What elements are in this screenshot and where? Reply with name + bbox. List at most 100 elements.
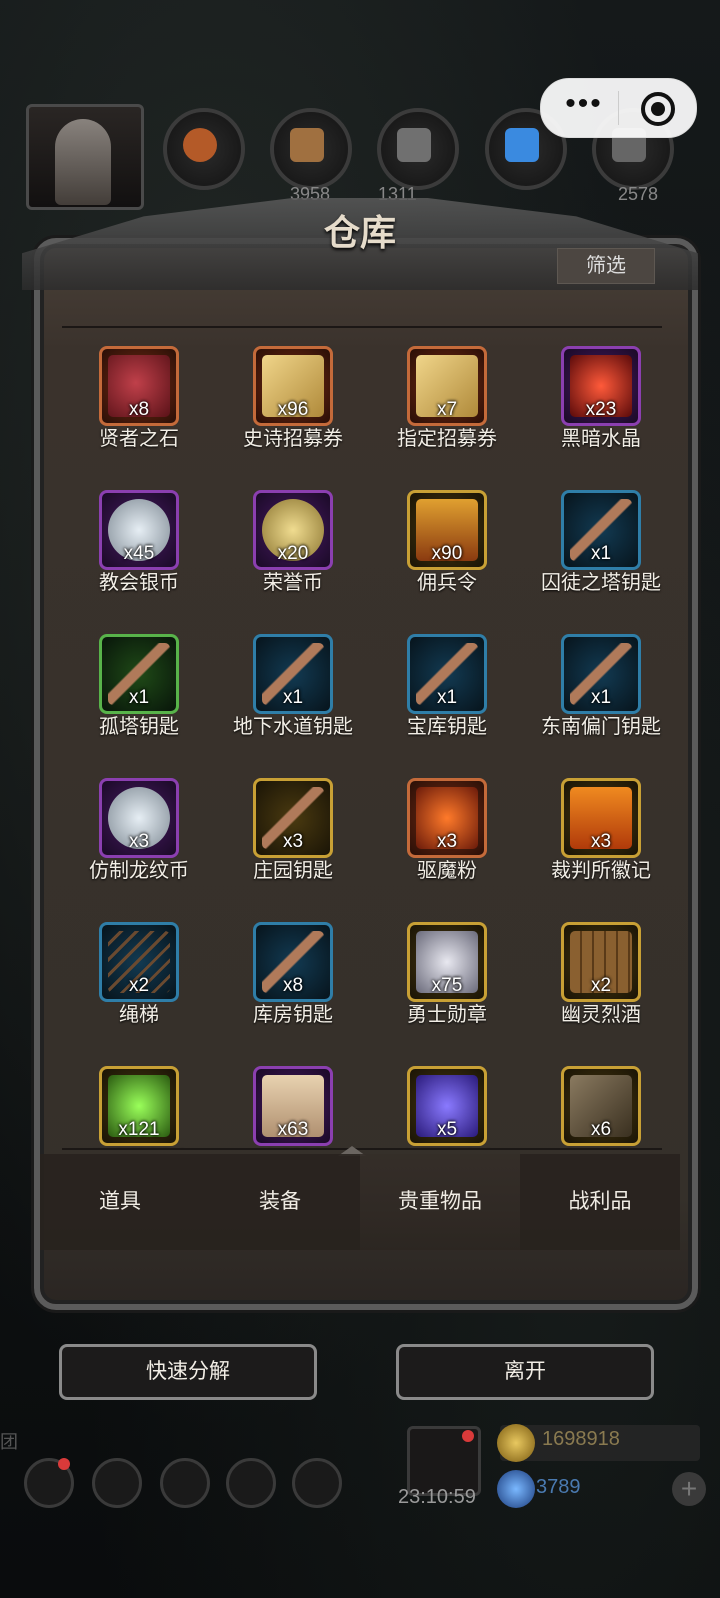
tab-equipment[interactable]: 装备 [200,1154,360,1250]
item-slot[interactable]: x90 [407,490,487,570]
item-slot[interactable]: x3 [561,778,641,858]
item-count: x3 [128,831,150,852]
gem-icon [497,1470,535,1508]
item-slot[interactable]: x2 [561,922,641,1002]
item-name: 囚徒之塔钥匙 [541,572,661,594]
item-name: 庄园钥匙 [253,860,333,882]
wood-resource-icon[interactable] [270,108,352,190]
miniprogram-capsule: ••• [540,78,697,138]
item-count: x2 [590,975,612,996]
inventory-item[interactable]: x96 史诗招募券 [216,338,370,478]
inventory-item[interactable]: x3 驱魔粉 [370,770,524,910]
helmet-icon[interactable] [292,1458,342,1508]
inventory-item[interactable]: x23 黑暗水晶 [524,338,678,478]
mail-icon[interactable] [226,1458,276,1508]
inventory-item[interactable]: x63裂隙情报 [216,1058,370,1148]
inventory-item[interactable]: x1 囚徒之塔钥匙 [524,482,678,622]
inventory-item[interactable]: x1 孤塔钥匙 [62,626,216,766]
castle-icon[interactable] [160,1458,210,1508]
tab-valuables[interactable]: 贵重物品 [360,1154,520,1250]
inventory-item[interactable]: x8 贤者之石 [62,338,216,478]
inventory-item[interactable]: x3 仿制龙纹币 [62,770,216,910]
inventory-item[interactable]: x2 幽灵烈酒 [524,914,678,1054]
item-slot[interactable]: x8 [253,922,333,1002]
item-name: 勇士勋章 [407,1004,487,1026]
item-count: x8 [282,975,304,996]
item-count: x5 [436,1119,458,1140]
item-slot[interactable]: x3 [99,778,179,858]
inventory-item[interactable]: x45 教会银币 [62,482,216,622]
item-slot[interactable]: x1 [561,634,641,714]
item-slot[interactable]: x96 [253,346,333,426]
player-portrait[interactable] [26,104,144,210]
category-tabs: 道具 装备 贵重物品 战利品 [40,1154,680,1250]
notification-dot [58,1458,70,1470]
item-slot[interactable]: x2 [99,922,179,1002]
item-slot[interactable]: x6 [561,1066,641,1146]
item-slot[interactable]: x121 [99,1066,179,1146]
item-slot[interactable]: x75 [407,922,487,1002]
item-name: 驱魔粉 [417,860,477,882]
inventory-item[interactable]: x3 庄园钥匙 [216,770,370,910]
item-count: x75 [431,975,463,996]
inventory-item[interactable]: x5水晶球碎片 [370,1058,524,1148]
notification-dot [462,1430,474,1442]
inventory-item[interactable]: x3 裁判所徽记 [524,770,678,910]
item-name: 教会银币 [99,572,179,594]
item-count: x96 [277,399,309,420]
more-icon[interactable]: ••• [559,89,609,123]
item-slot[interactable]: x20 [253,490,333,570]
item-name: 裁判所徽记 [551,860,651,882]
gold-amount: 1698918 [542,1428,620,1450]
item-name: 东南偏门钥匙 [541,716,661,738]
item-count: x7 [436,399,458,420]
item-name: 绳梯 [119,1004,159,1026]
iron-resource-icon[interactable] [377,108,459,190]
item-name: 史诗招募券 [243,428,343,450]
item-count: x63 [277,1119,309,1140]
close-target-icon[interactable] [641,92,675,126]
item-slot[interactable]: x1 [253,634,333,714]
item-name: 指定招募券 [397,428,497,450]
item-slot[interactable]: x1 [561,490,641,570]
inventory-item[interactable]: x6方石刻印 [524,1058,678,1148]
inventory-item[interactable]: x1 地下水道钥匙 [216,626,370,766]
item-slot[interactable]: x1 [407,634,487,714]
item-count: x1 [590,543,612,564]
capsule-divider [618,91,619,125]
side-label: 团 [0,1432,18,1452]
inventory-item[interactable]: x1 东南偏门钥匙 [524,626,678,766]
item-slot[interactable]: x1 [99,634,179,714]
item-slot[interactable]: x23 [561,346,641,426]
inventory-item[interactable]: x7 指定招募券 [370,338,524,478]
star-icon[interactable] [92,1458,142,1508]
item-slot[interactable]: x3 [407,778,487,858]
meat-resource-icon[interactable] [163,108,245,190]
inventory-item[interactable]: x90 佣兵令 [370,482,524,622]
item-name: 仿制龙纹币 [89,860,189,882]
inventory-item[interactable]: x1 宝库钥匙 [370,626,524,766]
item-name: 地下水道钥匙 [233,716,353,738]
item-slot[interactable]: x63 [253,1066,333,1146]
item-slot[interactable]: x45 [99,490,179,570]
gift-timer: 23:10:59 [398,1486,476,1508]
item-slot[interactable]: x7 [407,346,487,426]
inventory-item[interactable]: x2 绳梯 [62,914,216,1054]
item-slot[interactable]: x3 [253,778,333,858]
quick-decompose-button[interactable]: 快速分解 [59,1344,317,1400]
tab-loot[interactable]: 战利品 [520,1154,680,1250]
item-slot[interactable]: x8 [99,346,179,426]
divider [62,326,662,328]
tab-items[interactable]: 道具 [40,1154,200,1250]
item-count: x6 [590,1119,612,1140]
item-count: x121 [118,1119,160,1140]
panel-title: 仓库 [323,212,396,254]
inventory-item[interactable]: x121发光的树枝 [62,1058,216,1148]
leave-button[interactable]: 离开 [396,1344,654,1400]
inventory-item[interactable]: x20 荣誉币 [216,482,370,622]
add-gems-button[interactable]: + [672,1472,706,1506]
filter-button[interactable]: 筛选 [557,248,655,284]
inventory-item[interactable]: x75 勇士勋章 [370,914,524,1054]
item-slot[interactable]: x5 [407,1066,487,1146]
inventory-item[interactable]: x8 库房钥匙 [216,914,370,1054]
